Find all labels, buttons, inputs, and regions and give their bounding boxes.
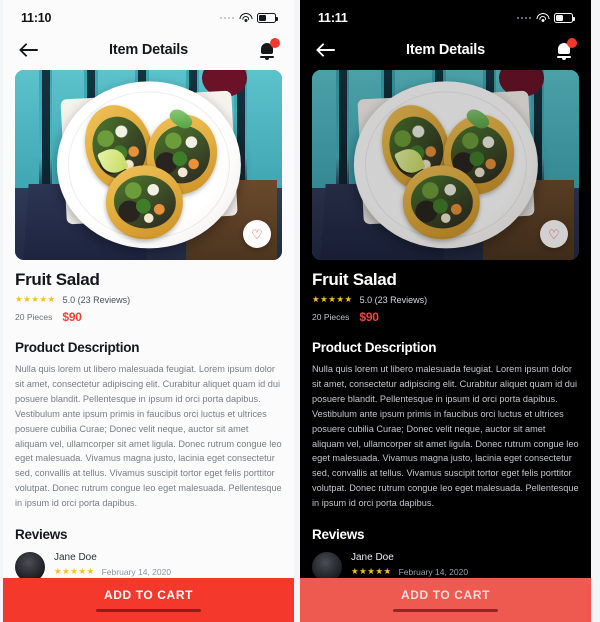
description-heading: Product Description <box>312 340 437 355</box>
add-to-cart-label: ADD TO CART <box>103 587 194 602</box>
reviewer-name: Jane Doe <box>54 552 97 564</box>
page-title: Item Details <box>109 42 188 58</box>
heart-outline-icon: ♡ <box>251 226 263 242</box>
description-body: Nulla quis lorem ut libero malesuada feu… <box>15 364 282 509</box>
wifi-icon <box>239 13 252 23</box>
hero-photo <box>15 70 282 260</box>
rating-stars: ★★★★★ <box>312 294 353 304</box>
back-arrow-icon[interactable] <box>316 39 338 61</box>
rating-row: ★★★★★ 5.0 (23 Reviews) <box>15 294 282 305</box>
plate <box>353 81 538 249</box>
notifications-button[interactable] <box>555 38 577 60</box>
page-title: Item Details <box>406 42 485 58</box>
price-label: $90 <box>359 310 379 324</box>
nav-bar: Item Details <box>3 30 294 70</box>
back-arrow-icon[interactable] <box>19 39 41 61</box>
add-to-cart-button[interactable]: ADD TO CART <box>300 578 591 622</box>
pieces-label: 20 Pieces <box>312 312 350 322</box>
hero-photo <box>312 70 579 260</box>
reviews-heading: Reviews <box>312 527 365 543</box>
home-indicator <box>393 608 498 613</box>
rating-text: 5.0 (23 Reviews) <box>359 294 428 305</box>
battery-icon <box>554 13 575 23</box>
status-clock: 11:11 <box>318 11 348 25</box>
phone-screen-dark: 11:11 Item Details ♡ Fruit Salad ★★★★★ 5… <box>300 0 591 622</box>
heart-outline-icon: ♡ <box>548 226 560 242</box>
status-bar: 11:11 <box>300 0 591 30</box>
phone-screen-light: 11:10 Item Details ♡ Fruit Salad ★★★★★ 5… <box>3 0 294 622</box>
review-date: February 14, 2020 <box>101 566 172 577</box>
pieces-label: 20 Pieces <box>15 312 53 322</box>
description-body: Nulla quis lorem ut libero malesuada feu… <box>312 364 579 509</box>
price-row: 20 Pieces $90 <box>15 310 282 324</box>
favorite-button[interactable]: ♡ <box>540 220 568 248</box>
review-stars: ★★★★★ <box>351 566 392 577</box>
review-meta: ★★★★★ February 14, 2020 <box>351 566 468 577</box>
product-title: Fruit Salad <box>15 270 100 289</box>
price-label: $90 <box>62 310 82 324</box>
add-to-cart-button[interactable]: ADD TO CART <box>3 578 294 622</box>
status-bar: 11:10 <box>3 0 294 30</box>
rating-row: ★★★★★ 5.0 (23 Reviews) <box>312 294 579 305</box>
price-row: 20 Pieces $90 <box>312 310 579 324</box>
status-icons <box>219 13 278 23</box>
reviews-heading: Reviews <box>15 527 68 543</box>
nav-bar: Item Details <box>300 30 591 70</box>
signal-dots-icon <box>219 16 234 20</box>
favorite-button[interactable]: ♡ <box>243 220 271 248</box>
reviewer-name: Jane Doe <box>351 552 394 564</box>
notification-badge <box>270 38 280 48</box>
product-hero-image: ♡ <box>15 70 282 260</box>
review-meta: ★★★★★ February 14, 2020 <box>54 566 171 577</box>
description-heading: Product Description <box>15 340 140 355</box>
signal-dots-icon <box>516 16 531 20</box>
scroll-content: ♡ Fruit Salad ★★★★★ 5.0 (23 Reviews) 20 … <box>3 70 294 583</box>
add-to-cart-label: ADD TO CART <box>400 587 491 602</box>
plate <box>56 81 241 249</box>
wifi-icon <box>536 13 549 23</box>
scroll-content: ♡ Fruit Salad ★★★★★ 5.0 (23 Reviews) 20 … <box>300 70 591 583</box>
rating-stars: ★★★★★ <box>15 294 56 304</box>
review-stars: ★★★★★ <box>54 566 95 577</box>
notification-badge <box>567 38 577 48</box>
notifications-button[interactable] <box>258 38 280 60</box>
product-title: Fruit Salad <box>312 270 397 289</box>
status-icons <box>516 13 575 23</box>
rating-text: 5.0 (23 Reviews) <box>62 294 131 305</box>
dual-theme-comparison: 11:10 Item Details ♡ Fruit Salad ★★★★★ 5… <box>0 0 600 622</box>
product-hero-image: ♡ <box>312 70 579 260</box>
review-date: February 14, 2020 <box>398 566 469 577</box>
battery-icon <box>257 13 278 23</box>
home-indicator <box>96 608 201 613</box>
status-clock: 11:10 <box>21 11 52 25</box>
